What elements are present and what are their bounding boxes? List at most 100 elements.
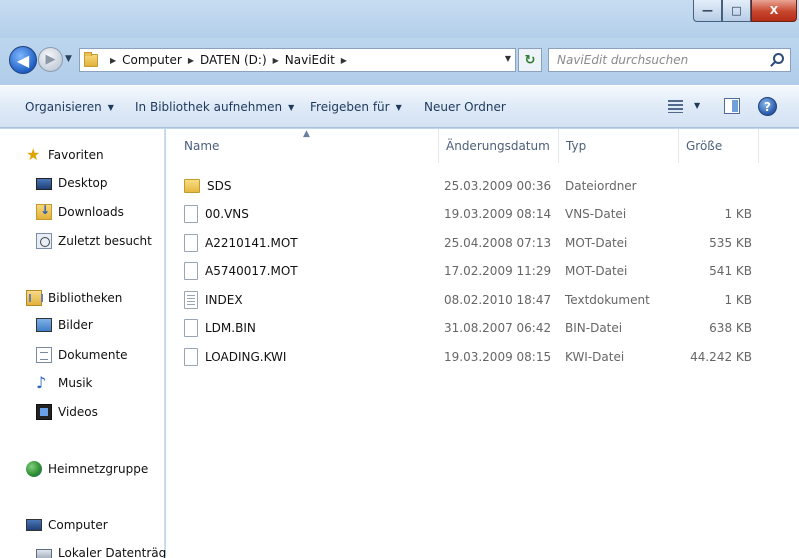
nav-item-pictures[interactable]: Bilder — [36, 318, 93, 332]
nav-item-desktop[interactable]: Desktop — [36, 176, 108, 190]
forward-button[interactable]: ▶ — [38, 47, 63, 72]
file-type: Dateiordner — [565, 179, 637, 193]
nav-label: Musik — [58, 376, 93, 390]
forward-arrow-icon: ▶ — [45, 52, 56, 67]
recent-places-icon — [36, 233, 52, 249]
column-label: Größe — [686, 139, 723, 153]
nav-item-videos[interactable]: Videos — [36, 404, 98, 420]
file-name: A2210141.MOT — [205, 236, 298, 250]
file-row[interactable]: A2210141.MOT 25.04.2008 07:13 MOT-Datei … — [166, 229, 799, 257]
breadcrumb-separator-icon[interactable]: ▶ — [188, 56, 194, 65]
nav-item-music[interactable]: ♪ Musik — [36, 375, 93, 391]
nav-item-libraries[interactable]: Bibliotheken — [26, 290, 122, 306]
nav-label: Zuletzt besucht — [58, 234, 152, 248]
new-folder-label: Neuer Ordner — [424, 100, 506, 114]
file-date: 25.03.2009 00:36 — [444, 179, 552, 193]
breadcrumb-separator-icon[interactable]: ▶ — [341, 56, 347, 65]
breadcrumb-separator-icon[interactable]: ▶ — [110, 56, 116, 65]
nav-label: Dokumente — [58, 348, 128, 362]
organize-button[interactable]: Organisieren ▼ — [25, 94, 114, 120]
search-icon[interactable] — [773, 53, 784, 64]
downloads-icon — [36, 203, 52, 220]
share-with-button[interactable]: Freigeben für ▼ — [310, 94, 402, 120]
star-icon: ★ — [26, 145, 41, 164]
nav-item-homegroup[interactable]: Heimnetzgruppe — [26, 461, 148, 477]
address-dropdown-button[interactable]: ▼ — [505, 54, 511, 63]
breadcrumb-drive[interactable]: DATEN (D:) — [200, 53, 267, 67]
nav-label: Downloads — [58, 205, 124, 219]
column-header-type[interactable]: Typ — [548, 129, 678, 163]
nav-label: Bibliotheken — [48, 291, 123, 305]
file-size: 1 KB — [724, 293, 752, 307]
file-row[interactable]: A5740017.MOT 17.02.2009 11:29 MOT-Datei … — [166, 257, 799, 285]
file-name: LOADING.KWI — [205, 350, 287, 364]
column-header-size[interactable]: Größe — [668, 129, 758, 163]
column-label: Änderungsdatum — [446, 139, 550, 153]
nav-label: Desktop — [58, 176, 108, 190]
file-size: 541 KB — [709, 264, 752, 278]
search-input[interactable]: NaviEdit durchsuchen — [548, 48, 791, 72]
nav-label: Computer — [48, 518, 108, 532]
nav-item-downloads[interactable]: Downloads — [36, 203, 124, 220]
change-view-icon[interactable] — [668, 100, 683, 113]
maximize-icon: □ — [731, 4, 742, 17]
preview-pane-icon[interactable] — [724, 98, 740, 114]
file-name: INDEX — [205, 293, 243, 307]
file-row[interactable]: 00.VNS 19.03.2009 08:14 VNS-Datei 1 KB — [166, 200, 799, 228]
desktop-icon — [36, 178, 52, 190]
breadcrumb-folder[interactable]: NaviEdit — [285, 53, 335, 67]
column-label: Typ — [566, 139, 587, 153]
file-size — [678, 172, 752, 200]
file-date: 19.03.2009 08:15 — [444, 350, 552, 364]
file-size: 44.242 KB — [690, 350, 752, 364]
file-date: 08.02.2010 18:47 — [444, 293, 552, 307]
file-icon — [184, 348, 198, 366]
close-button[interactable]: X — [751, 0, 797, 22]
history-dropdown-button[interactable]: ▼ — [65, 54, 72, 64]
refresh-button[interactable]: ↻ — [518, 48, 542, 72]
nav-item-recent[interactable]: Zuletzt besucht — [36, 233, 152, 249]
title-bar: — □ X — [0, 0, 799, 38]
column-divider[interactable] — [758, 129, 759, 163]
file-row[interactable]: LOADING.KWI 19.03.2009 08:15 KWI-Datei 4… — [166, 343, 799, 371]
address-bar[interactable]: ▶ Computer ▶ DATEN (D:) ▶ NaviEdit ▶ ▼ — [79, 48, 516, 72]
chevron-down-icon: ▼ — [504, 54, 511, 63]
file-row[interactable]: SDS 25.03.2009 00:36 Dateiordner — [166, 172, 799, 200]
file-type: VNS-Datei — [565, 207, 627, 221]
include-library-label: In Bibliothek aufnehmen — [135, 100, 283, 114]
nav-item-local-disk[interactable]: Lokaler Datenträger — [36, 545, 179, 558]
file-row[interactable]: INDEX 08.02.2010 18:47 Textdokument 1 KB — [166, 286, 799, 314]
file-size: 638 KB — [709, 321, 752, 335]
column-header-date[interactable]: Änderungsdatum — [428, 129, 559, 163]
nav-item-computer[interactable]: Computer — [26, 518, 108, 532]
chevron-down-icon: ▼ — [65, 54, 72, 64]
file-name: A5740017.MOT — [205, 264, 298, 278]
nav-item-favorites[interactable]: ★ Favoriten — [26, 147, 104, 163]
search-placeholder: NaviEdit durchsuchen — [557, 53, 689, 67]
breadcrumb-computer[interactable]: Computer — [122, 53, 182, 67]
chevron-down-icon: ▼ — [395, 102, 402, 112]
minimize-icon: — — [702, 4, 713, 17]
command-toolbar: Organisieren ▼ In Bibliothek aufnehmen ▼… — [0, 85, 799, 128]
help-icon[interactable]: ? — [758, 97, 777, 116]
chevron-down-icon: ▼ — [107, 102, 114, 112]
nav-item-documents[interactable]: Dokumente — [36, 347, 128, 363]
new-folder-button[interactable]: Neuer Ordner — [424, 94, 506, 120]
view-options-chevron-icon[interactable]: ▼ — [694, 101, 700, 110]
breadcrumb-separator-icon[interactable]: ▶ — [273, 56, 279, 65]
back-button[interactable]: ◀ — [9, 46, 37, 74]
column-header-name[interactable]: Name — [166, 129, 438, 163]
back-arrow-icon: ◀ — [16, 50, 30, 70]
computer-icon — [26, 519, 42, 531]
hard-drive-icon — [36, 549, 52, 558]
libraries-icon — [26, 290, 43, 306]
maximize-button[interactable]: □ — [722, 0, 751, 22]
include-in-library-button[interactable]: In Bibliothek aufnehmen ▼ — [135, 94, 294, 120]
file-icon — [184, 205, 198, 223]
file-row[interactable]: LDM.BIN 31.08.2007 06:42 BIN-Datei 638 K… — [166, 314, 799, 342]
address-row: ◀ ▶ ▼ ▶ Computer ▶ DATEN (D:) ▶ NaviEdit… — [0, 38, 799, 85]
minimize-button[interactable]: — — [693, 0, 722, 22]
folder-icon — [84, 51, 98, 67]
caption-buttons: — □ X — [693, 0, 797, 27]
music-note-icon: ♪ — [36, 373, 47, 392]
